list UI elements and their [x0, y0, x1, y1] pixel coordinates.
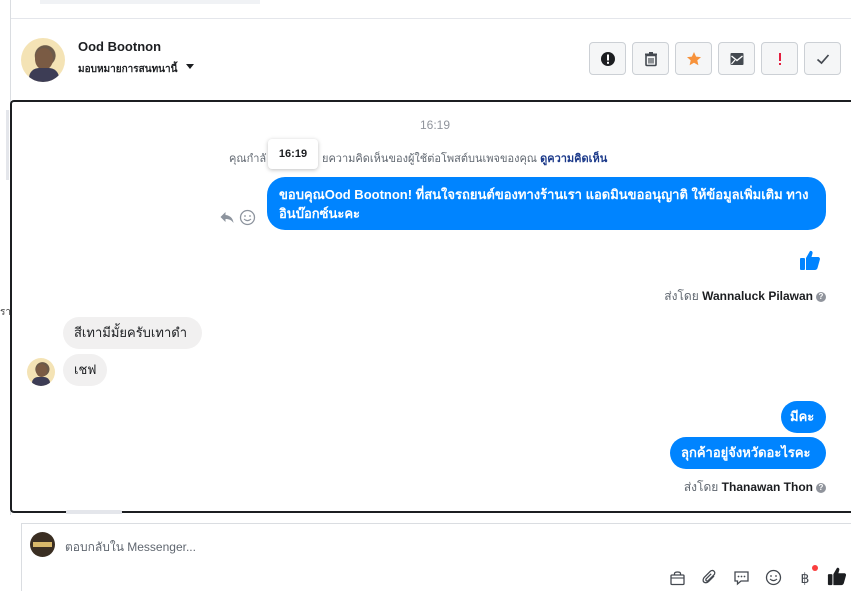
sent-by-prefix: ส่งโดย: [683, 480, 719, 494]
contact-name[interactable]: Ood Bootnon: [78, 39, 161, 54]
composer-box: [21, 523, 851, 591]
system-message: ยความคิดเห็นของผู้ใช้ต่อโพสต์บนเพจของคุณ…: [322, 149, 607, 167]
react-icon[interactable]: [239, 209, 256, 226]
exclamation-icon: [778, 52, 781, 65]
chevron-down-icon[interactable]: [186, 64, 194, 69]
divider: [10, 18, 851, 19]
saved-replies-button[interactable]: [731, 567, 751, 587]
baht-icon: ฿: [800, 571, 809, 586]
help-icon[interactable]: ?: [816, 291, 826, 302]
notification-dot: [812, 565, 818, 571]
next-message-peek: [66, 510, 122, 514]
smiley-icon: [765, 569, 781, 585]
sender-name: Wannaluck Pilawan: [702, 289, 813, 303]
spam-report-button[interactable]: [589, 42, 626, 75]
view-comment-link[interactable]: ดูความคิดเห็น: [540, 153, 607, 165]
top-toolbar-remnant: [40, 0, 260, 4]
shopping-bag-icon: [669, 570, 685, 585]
envelope-icon: [730, 52, 743, 65]
follow-up-button[interactable]: [761, 42, 798, 75]
paperclip-icon: [701, 569, 715, 583]
system-message-start: คุณกำลั: [229, 153, 267, 165]
star-button[interactable]: [675, 42, 712, 75]
check-icon: [816, 53, 829, 64]
trash-icon: [644, 51, 657, 66]
send-like-button[interactable]: [827, 566, 847, 586]
svg-text:฿: ฿: [800, 571, 809, 586]
mark-unread-button[interactable]: [718, 42, 755, 75]
shop-button[interactable]: [667, 567, 687, 587]
sender-name: Thanawan Thon: [721, 480, 813, 494]
star-icon: [686, 51, 701, 65]
outgoing-message[interactable]: ขอบคุณOod Bootnon! ที่สนใจรถยนต์ของทางร้…: [267, 177, 826, 230]
outgoing-message[interactable]: มีคะ: [781, 401, 826, 433]
message-timestamp: 16:19: [419, 118, 451, 132]
outgoing-message[interactable]: ลุกค้าอยู่จังหวัดอะไรคะ: [670, 437, 826, 469]
time-tooltip: 16:19: [268, 139, 318, 169]
page-avatar: [30, 532, 55, 557]
like-icon[interactable]: [799, 249, 821, 271]
assign-conversation-label[interactable]: มอบหมายการสนทนานี้: [78, 62, 177, 77]
sent-by-prefix: ส่งโดย: [664, 289, 699, 303]
incoming-message[interactable]: เชฟ: [63, 354, 107, 386]
attach-button[interactable]: [699, 567, 719, 587]
like-icon: [827, 567, 847, 586]
system-message-text: ยความคิดเห็นของผู้ใช้ต่อโพสต์บนเพจของคุณ: [322, 153, 538, 165]
reply-input[interactable]: [65, 538, 565, 556]
sent-by-label: ส่งโดย Thanawan Thon?: [684, 478, 826, 497]
alert-circle-icon: [600, 51, 615, 66]
done-button[interactable]: [804, 42, 841, 75]
sent-by-label: ส่งโดย Wannaluck Pilawan?: [664, 287, 826, 306]
contact-avatar-small: [27, 358, 55, 386]
delete-button[interactable]: [632, 42, 669, 75]
contact-avatar[interactable]: [21, 38, 65, 82]
reply-icon[interactable]: [219, 209, 235, 225]
incoming-message[interactable]: สีเทามีมั้ยครับเทาดำ: [63, 317, 202, 349]
emoji-button[interactable]: [763, 567, 783, 587]
help-icon[interactable]: ?: [816, 482, 826, 493]
chat-bubble-icon: [733, 570, 749, 585]
